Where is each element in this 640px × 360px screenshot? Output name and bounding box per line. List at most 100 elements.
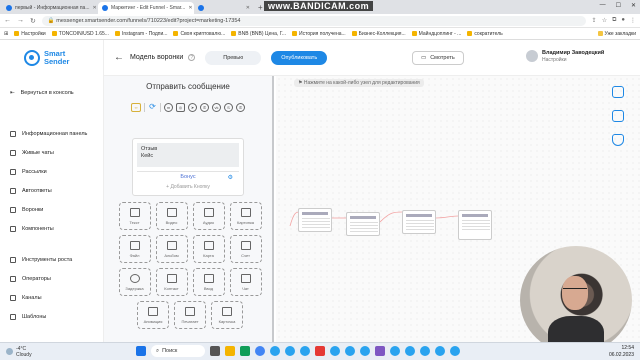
instagram-icon[interactable]: ◎: [176, 103, 185, 112]
user-menu[interactable]: Владимир Заводецкий Настройки: [526, 50, 604, 63]
telegram-icon[interactable]: [420, 346, 430, 356]
chrome-icon[interactable]: [255, 346, 265, 356]
sidebar-item-components[interactable]: Компоненты: [10, 219, 100, 238]
maximize-icon[interactable]: ☐: [616, 2, 621, 9]
star-icon[interactable]: ☆: [602, 17, 607, 24]
help-icon[interactable]: ?: [188, 54, 196, 61]
weather-widget[interactable]: -4°C Cloudy: [6, 346, 32, 358]
link-settings-icon[interactable]: ⚙: [228, 174, 233, 181]
telegram-icon[interactable]: [435, 346, 445, 356]
block-typing[interactable]: Печатает: [174, 301, 206, 329]
bookmarks-folder[interactable]: Уже закладки: [597, 31, 636, 37]
back-arrow-icon[interactable]: ←: [4, 17, 11, 24]
browser-tab[interactable]: первый - Информационная па... ✕: [2, 2, 98, 14]
publish-button[interactable]: Опубликовать: [271, 50, 328, 65]
close-tab-icon[interactable]: ✕: [93, 5, 97, 11]
block-image[interactable]: Картинка: [229, 202, 262, 230]
block-delay[interactable]: Задержка: [118, 268, 151, 296]
minimize-icon[interactable]: —: [600, 2, 606, 9]
taskbar-search[interactable]: ⌕ Поиск: [151, 345, 205, 357]
bandicam-icon[interactable]: [315, 346, 325, 356]
sidebar-item-live-chats[interactable]: Живые чаты: [10, 143, 100, 162]
more-menu-icon[interactable]: ⋮: [630, 17, 636, 24]
app-icon[interactable]: [375, 346, 385, 356]
apps-icon[interactable]: ⊞: [4, 31, 8, 37]
sidebar-item-dashboard[interactable]: Информационная панель: [10, 124, 100, 143]
user-settings-link[interactable]: Настройки: [542, 57, 604, 63]
block-invoice[interactable]: Счет: [229, 235, 262, 263]
close-tab-icon[interactable]: ✕: [188, 5, 192, 11]
notes-icon[interactable]: [612, 110, 624, 122]
windows-start-icon[interactable]: [136, 346, 146, 356]
back-arrow-icon[interactable]: ←: [114, 52, 124, 63]
telegram-icon[interactable]: [360, 346, 370, 356]
system-clock[interactable]: 12:54 06.02.2023: [609, 345, 634, 359]
block-input[interactable]: Ввод: [192, 268, 225, 296]
bookmark-item[interactable]: Бизнес-Коллекция...: [351, 31, 406, 37]
block-animation[interactable]: Анимация: [137, 301, 169, 329]
bookmark-item[interactable]: История получена...: [292, 31, 346, 37]
sidebar-item-funnels[interactable]: Воронки: [10, 200, 100, 219]
bookmark-item[interactable]: BNB (BNB) Цена, Г...: [231, 31, 286, 37]
block-contact[interactable]: Контакт: [155, 268, 188, 296]
preview-button[interactable]: Превью: [205, 50, 262, 65]
share-icon[interactable]: ⇪: [592, 17, 597, 24]
block-card[interactable]: Карточка: [211, 301, 243, 329]
sidebar-item-channels[interactable]: Каналы: [10, 288, 100, 307]
reload-icon[interactable]: ↻: [30, 17, 36, 25]
smart-sender-logo[interactable]: Smart Sender: [24, 50, 69, 66]
telegram-icon[interactable]: [450, 346, 460, 356]
back-to-console-link[interactable]: ⇤ Вернуться в консоль: [10, 90, 74, 96]
url-field[interactable]: 🔒 messenger.smartsender.com/funnels/7102…: [41, 15, 586, 26]
block-video[interactable]: Видео: [155, 202, 188, 230]
sidebar-item-autoreplies[interactable]: Автоответы: [10, 181, 100, 200]
forward-arrow-icon[interactable]: →: [17, 17, 24, 24]
whatsapp-icon[interactable]: ✆: [236, 103, 245, 112]
file-explorer-icon[interactable]: [225, 346, 235, 356]
profile-icon[interactable]: ●: [621, 17, 625, 24]
funnel-node[interactable]: [402, 210, 436, 234]
browser-tab[interactable]: ✕: [194, 2, 254, 14]
extensions-icon[interactable]: ⧉: [612, 17, 616, 24]
bookmark-item[interactable]: Instagram - Подпи...: [114, 31, 167, 37]
block-chat[interactable]: Чат: [229, 268, 262, 296]
watch-button[interactable]: ▭ Смотреть: [412, 51, 464, 65]
app-icon[interactable]: [240, 346, 250, 356]
block-text[interactable]: Текст: [118, 202, 151, 230]
telegram-icon[interactable]: [300, 346, 310, 356]
vk-icon[interactable]: vk: [212, 103, 221, 112]
telegram-icon[interactable]: ➤: [188, 103, 197, 112]
viber-icon[interactable]: ✆: [200, 103, 209, 112]
bookmark-item[interactable]: Настройки: [14, 31, 46, 37]
browser-tab-active[interactable]: Маркетинг - Edit Funnel - Smar... ✕: [98, 2, 194, 14]
funnel-node[interactable]: [458, 210, 492, 240]
telegram-icon[interactable]: [390, 346, 400, 356]
bookmark-item[interactable]: Майндцоплинг - ...: [411, 31, 461, 37]
funnel-node[interactable]: [298, 208, 332, 232]
sidebar-item-templates[interactable]: Шаблоны: [10, 307, 100, 326]
telegram-icon[interactable]: [330, 346, 340, 356]
message-text[interactable]: Отзыв Кейс: [137, 143, 239, 167]
chat-support-icon[interactable]: [612, 86, 624, 98]
message-button-bonus[interactable]: Бонус ⚙: [137, 171, 239, 182]
sidebar-item-operators[interactable]: Операторы: [10, 269, 100, 288]
block-album[interactable]: Альбом: [155, 235, 188, 263]
task-view-icon[interactable]: [210, 346, 220, 356]
close-tab-icon[interactable]: ✕: [246, 5, 250, 11]
block-map[interactable]: Карта: [192, 235, 225, 263]
funnel-node[interactable]: [346, 212, 380, 236]
sync-icon[interactable]: ⟳: [148, 103, 157, 112]
telegram-icon[interactable]: [285, 346, 295, 356]
sidebar-item-growth-tools[interactable]: Инструменты роста: [10, 250, 100, 269]
telegram-icon[interactable]: [345, 346, 355, 356]
bookmark-item[interactable]: TONCOIN/USD 1.65...: [51, 31, 109, 37]
block-file[interactable]: Файл: [118, 235, 151, 263]
sidebar-item-broadcasts[interactable]: Рассылки: [10, 162, 100, 181]
skype-icon[interactable]: S: [224, 103, 233, 112]
close-window-icon[interactable]: ✕: [631, 2, 636, 9]
block-audio[interactable]: Аудио: [192, 202, 225, 230]
link-icon[interactable]: ∞: [131, 103, 141, 112]
bookmark-item[interactable]: Своя криптовалю...: [173, 31, 225, 37]
telegram-icon[interactable]: [270, 346, 280, 356]
bookmark-item[interactable]: сократитель: [467, 31, 503, 37]
